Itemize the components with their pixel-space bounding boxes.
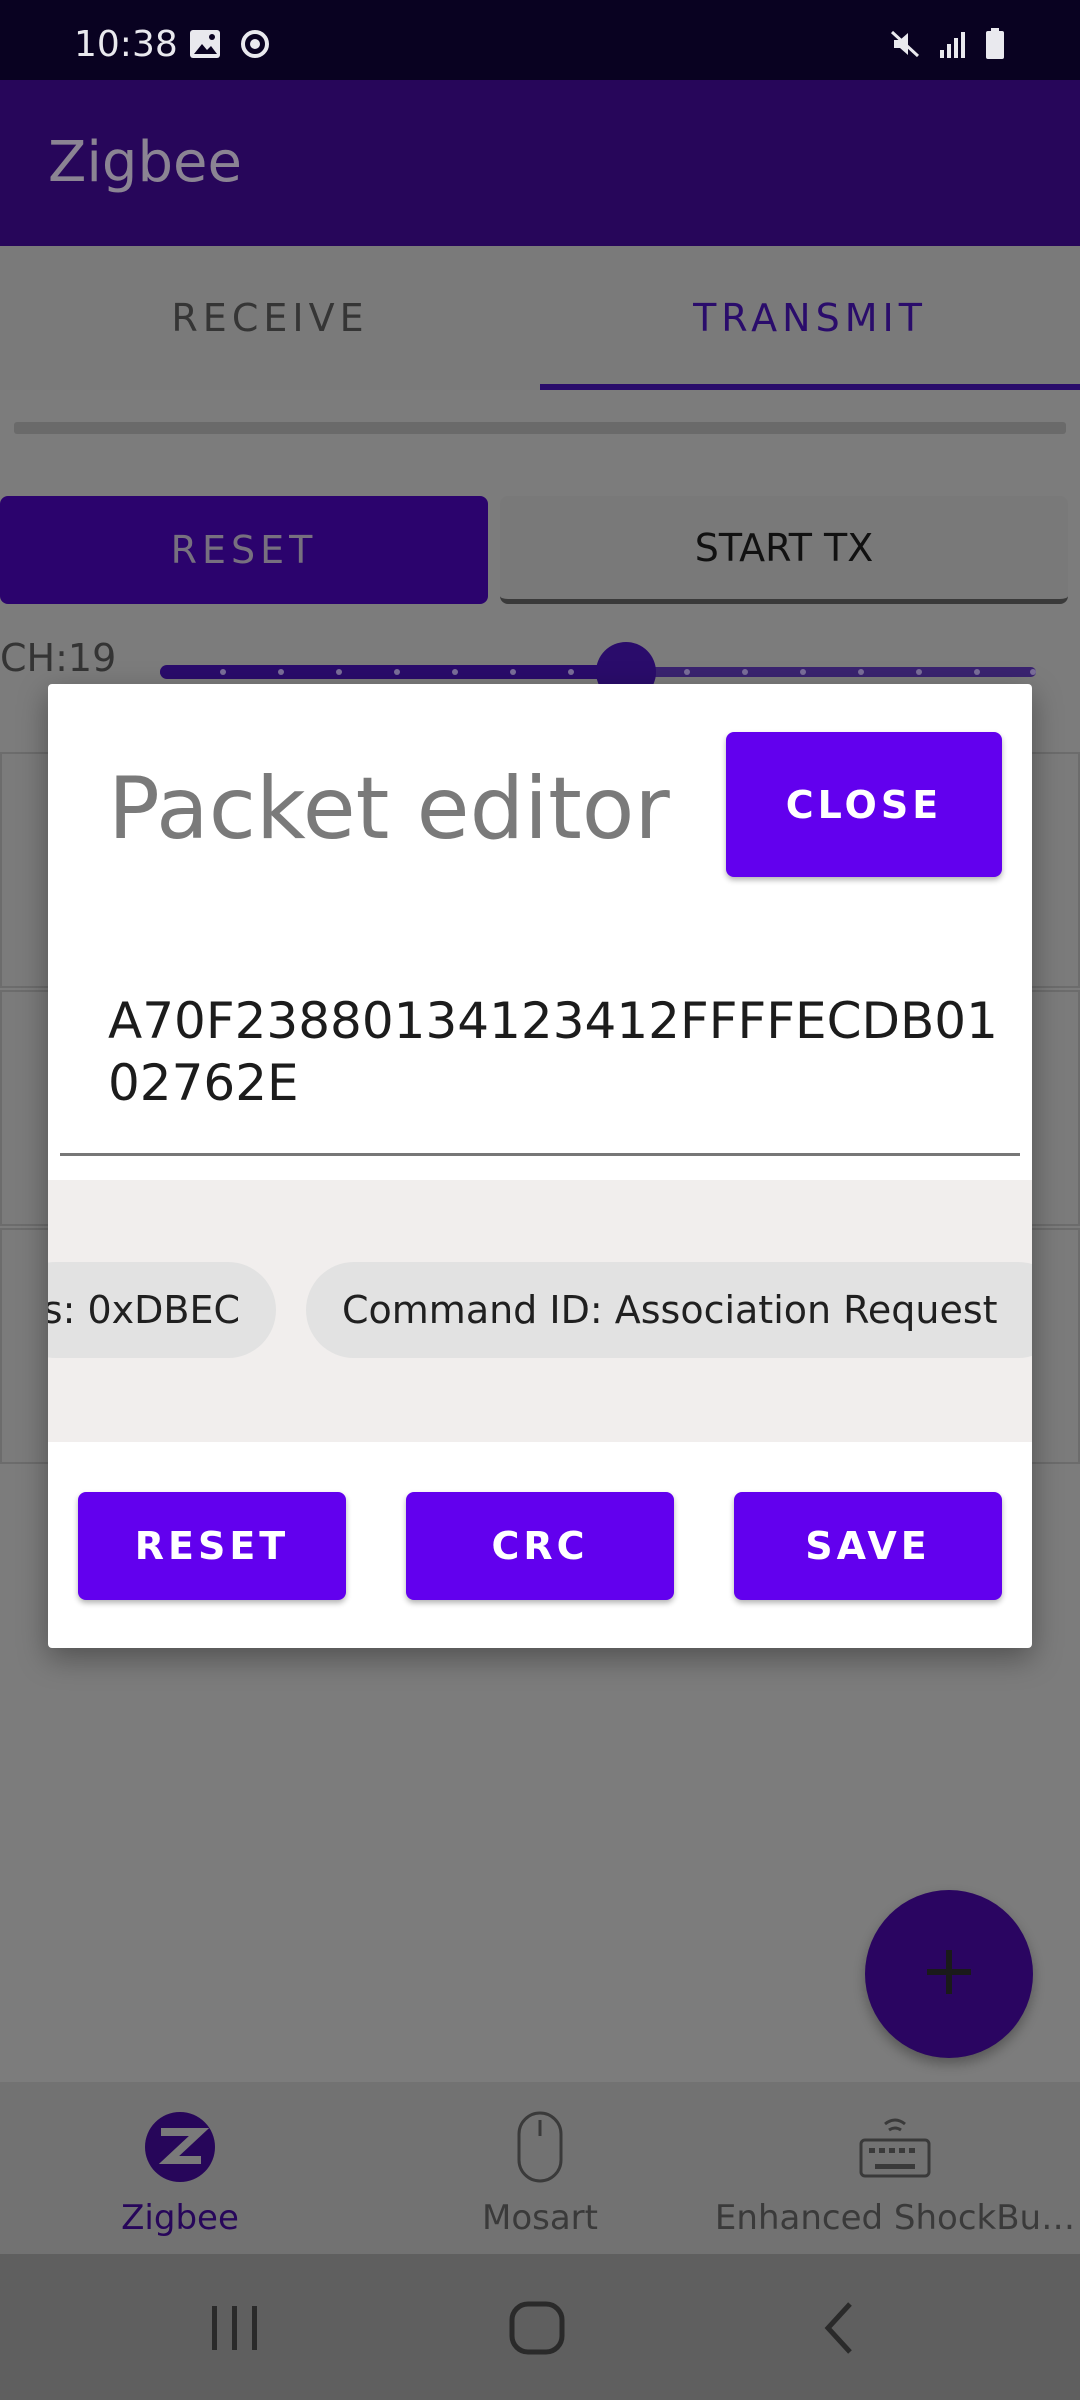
field-chip-command-id[interactable]: Command ID: Association Request [306,1262,1032,1358]
signal-icon [936,28,970,60]
mouse-icon [515,2110,565,2188]
slider-tick [1030,669,1036,675]
nav-item-enhanced-shockburst[interactable]: Enhanced ShockBu… [710,2082,1080,2254]
slider-tick [916,669,922,675]
nav-label-zigbee: Zigbee [121,2198,239,2238]
slider-tick [278,669,284,675]
dialog-reset-button[interactable]: RESET [78,1492,346,1600]
crc-button[interactable]: CRC [406,1492,674,1600]
slider-tick [568,669,574,675]
nav-label-mosart: Mosart [482,2198,598,2238]
tab-indicator [540,384,1080,390]
packet-hex-value: A70F23880134123412FFFFECDB0102762E [108,992,998,1112]
recent-apps-icon[interactable] [200,2296,270,2360]
reset-button[interactable]: RESET [0,496,488,604]
save-button[interactable]: SAVE [734,1492,1002,1600]
slider-tick [684,669,690,675]
nav-item-mosart[interactable]: Mosart [420,2082,660,2254]
slider-tick [336,669,342,675]
packet-hex-input[interactable]: A70F23880134123412FFFFECDB0102762E [60,964,1020,1156]
slider-tick [510,669,516,675]
tab-receive[interactable]: RECEIVE [0,246,540,390]
nav-item-zigbee[interactable]: Zigbee [60,2082,300,2254]
back-icon[interactable] [806,2296,876,2360]
progress-bar [14,422,1066,434]
slider-tick [858,669,864,675]
mute-icon [888,28,922,60]
field-chip[interactable]: s: 0xDBEC [48,1262,276,1358]
dialog-title: Packet editor [108,759,670,859]
close-button[interactable]: CLOSE [726,732,1002,877]
home-icon[interactable] [502,2296,572,2360]
app-bar: Zigbee [0,80,1080,246]
system-navigation-bar [0,2254,1080,2400]
slider-tick [742,669,748,675]
zigbee-icon [143,2110,217,2188]
status-time: 10:38 [74,24,178,65]
slider-tick [220,669,226,675]
channel-label: CH:19 [0,636,117,680]
slider-tick [800,669,806,675]
status-bar: 10:38 [0,0,1080,80]
channel-slider-active-track [160,665,626,679]
slider-tick [974,669,980,675]
image-icon [188,28,222,60]
sync-icon [238,28,272,60]
app-title: Zigbee [48,130,242,195]
slider-tick [394,669,400,675]
add-button[interactable] [865,1890,1033,2058]
bottom-navigation: Zigbee Mosart Enhanced ShockBu… [0,2082,1080,2254]
packet-editor-dialog: Packet editor CLOSE A70F23880134123412FF… [48,684,1032,1648]
plus-icon [923,1946,975,2002]
slider-tick [452,669,458,675]
field-chip-scroller[interactable]: s: 0xDBEC Command ID: Association Reques… [48,1180,1032,1442]
battery-icon [984,28,1006,60]
tab-transmit[interactable]: TRANSMIT [540,246,1080,390]
keyboard-icon [855,2110,935,2188]
tab-bar: RECEIVE TRANSMIT [0,246,1080,390]
start-tx-button[interactable]: START TX [500,496,1068,604]
nav-label-enhanced-shockburst: Enhanced ShockBu… [714,2198,1076,2238]
